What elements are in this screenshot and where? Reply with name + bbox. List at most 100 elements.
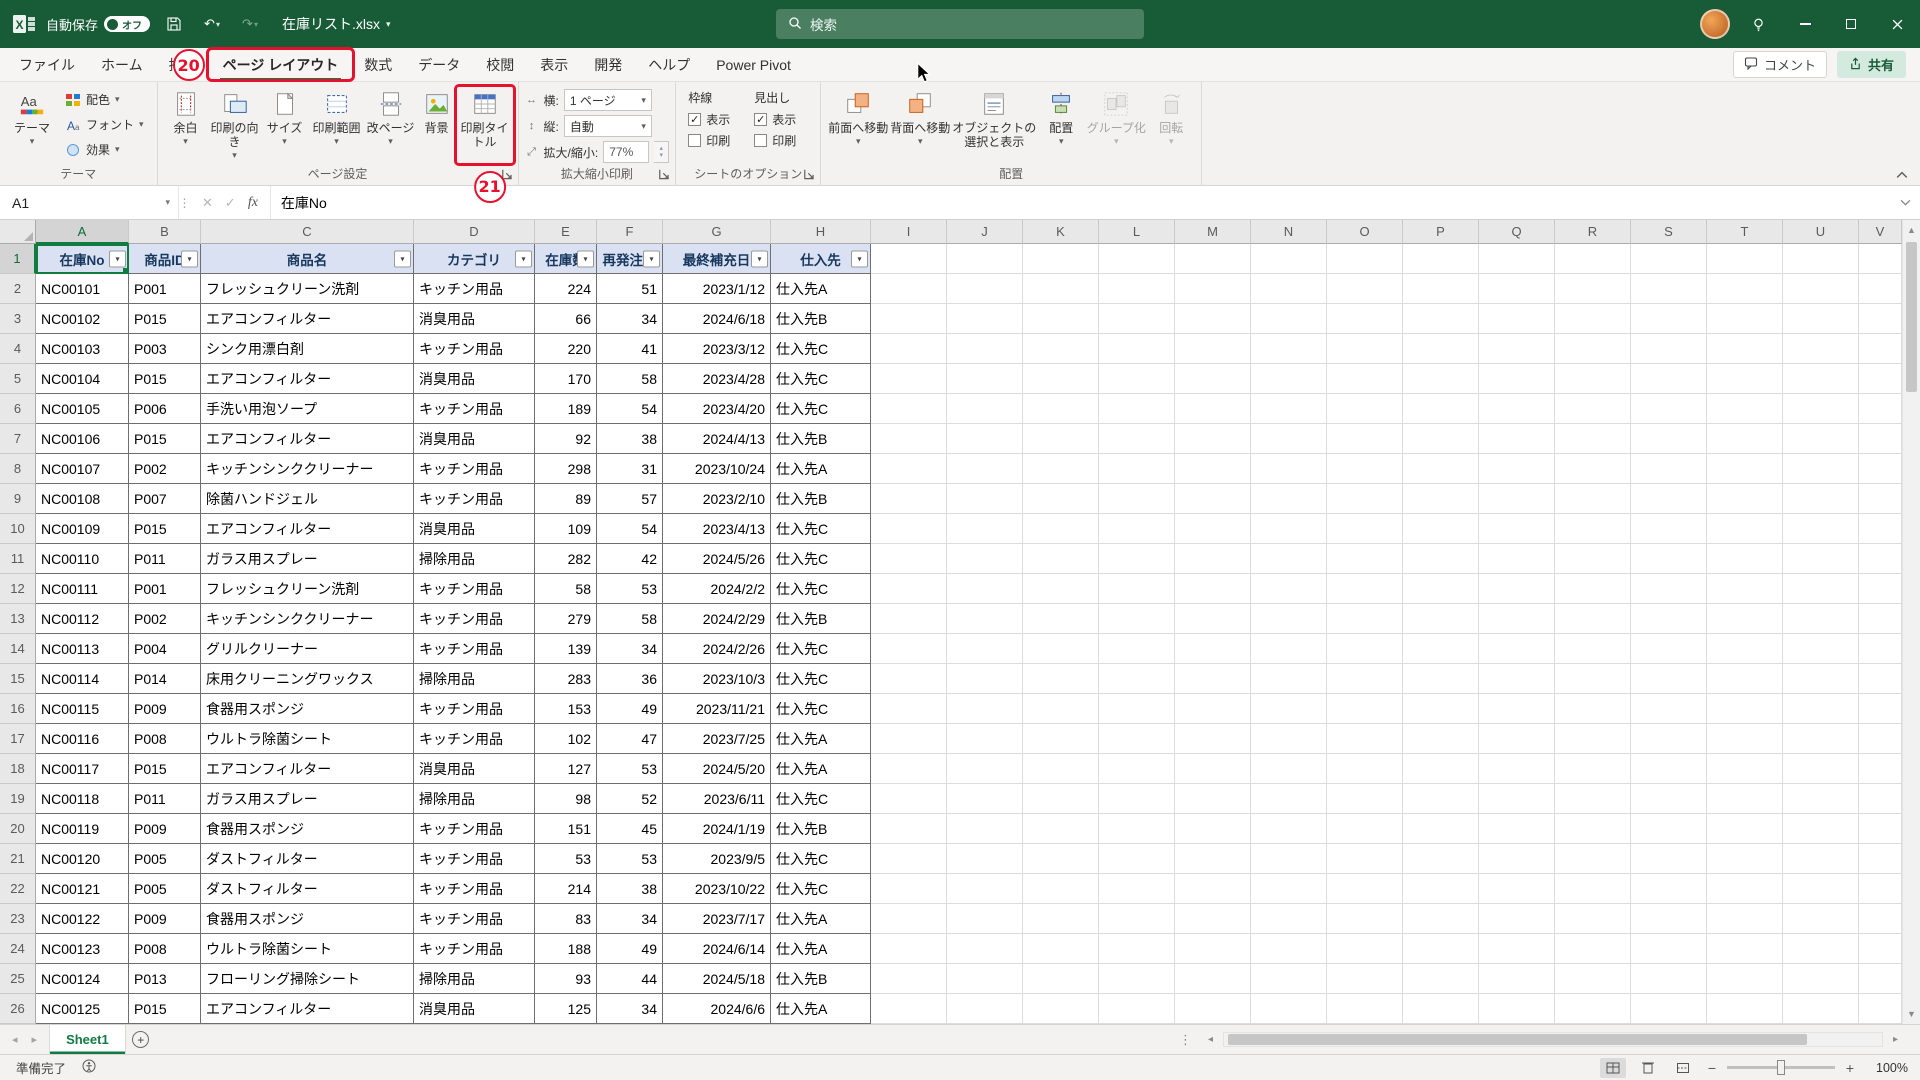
cell-J1[interactable] xyxy=(947,244,1023,274)
cell-Q24[interactable] xyxy=(1479,934,1555,964)
cell-V19[interactable] xyxy=(1859,784,1902,814)
cell-P24[interactable] xyxy=(1403,934,1479,964)
cell-E15[interactable]: 283 xyxy=(535,664,597,694)
cell-D18[interactable]: 消臭用品 xyxy=(414,754,535,784)
accessibility-icon[interactable] xyxy=(82,1059,96,1076)
cell-S16[interactable] xyxy=(1631,694,1707,724)
cell-G4[interactable]: 2023/3/12 xyxy=(663,334,771,364)
cell-T8[interactable] xyxy=(1707,454,1783,484)
cell-M16[interactable] xyxy=(1175,694,1251,724)
cell-H15[interactable]: 仕入先C xyxy=(771,664,871,694)
cell-H20[interactable]: 仕入先B xyxy=(771,814,871,844)
cell-R17[interactable] xyxy=(1555,724,1631,754)
cell-I4[interactable] xyxy=(871,334,947,364)
row-header-17[interactable]: 17 xyxy=(0,724,36,754)
cell-H5[interactable]: 仕入先C xyxy=(771,364,871,394)
cell-R4[interactable] xyxy=(1555,334,1631,364)
cell-S1[interactable] xyxy=(1631,244,1707,274)
cell-O10[interactable] xyxy=(1327,514,1403,544)
cell-N20[interactable] xyxy=(1251,814,1327,844)
cell-T13[interactable] xyxy=(1707,604,1783,634)
normal-view-button[interactable] xyxy=(1600,1057,1626,1078)
cell-Q19[interactable] xyxy=(1479,784,1555,814)
cell-K17[interactable] xyxy=(1023,724,1099,754)
cell-F18[interactable]: 53 xyxy=(597,754,663,784)
cell-J23[interactable] xyxy=(947,904,1023,934)
header-cell-F1[interactable]: 再発注点 ▾ xyxy=(597,244,663,274)
cell-J4[interactable] xyxy=(947,334,1023,364)
cell-L7[interactable] xyxy=(1099,424,1175,454)
cell-L25[interactable] xyxy=(1099,964,1175,994)
header-cell-E1[interactable]: 在庫数 ▾ xyxy=(535,244,597,274)
cell-P26[interactable] xyxy=(1403,994,1479,1024)
cell-P15[interactable] xyxy=(1403,664,1479,694)
cell-E18[interactable]: 127 xyxy=(535,754,597,784)
cell-F9[interactable]: 57 xyxy=(597,484,663,514)
cell-Q11[interactable] xyxy=(1479,544,1555,574)
cell-C2[interactable]: フレッシュクリーン洗剤 xyxy=(201,274,414,304)
cell-S21[interactable] xyxy=(1631,844,1707,874)
cell-P3[interactable] xyxy=(1403,304,1479,334)
column-header-J[interactable]: J xyxy=(947,220,1023,244)
cell-B12[interactable]: P001 xyxy=(129,574,201,604)
cell-C5[interactable]: エアコンフィルター xyxy=(201,364,414,394)
cell-U14[interactable] xyxy=(1783,634,1859,664)
cell-O20[interactable] xyxy=(1327,814,1403,844)
cell-L3[interactable] xyxy=(1099,304,1175,334)
cell-F14[interactable]: 34 xyxy=(597,634,663,664)
row-header-21[interactable]: 21 xyxy=(0,844,36,874)
cell-S6[interactable] xyxy=(1631,394,1707,424)
cell-V7[interactable] xyxy=(1859,424,1902,454)
cell-L16[interactable] xyxy=(1099,694,1175,724)
cell-O7[interactable] xyxy=(1327,424,1403,454)
fonts-button[interactable]: Aa フォント ▾ xyxy=(60,113,149,136)
cell-C25[interactable]: フローリング掃除シート xyxy=(201,964,414,994)
name-box[interactable]: A1 ▾ xyxy=(0,186,178,219)
cell-B22[interactable]: P005 xyxy=(129,874,201,904)
arrange-button-3[interactable]: オブジェクトの選択と表示 xyxy=(951,86,1037,164)
cell-N4[interactable] xyxy=(1251,334,1327,364)
cell-O14[interactable] xyxy=(1327,634,1403,664)
cell-L1[interactable] xyxy=(1099,244,1175,274)
cell-O22[interactable] xyxy=(1327,874,1403,904)
cell-O21[interactable] xyxy=(1327,844,1403,874)
cell-M19[interactable] xyxy=(1175,784,1251,814)
cell-M8[interactable] xyxy=(1175,454,1251,484)
cell-N25[interactable] xyxy=(1251,964,1327,994)
cell-I13[interactable] xyxy=(871,604,947,634)
cell-A18[interactable]: NC00117 xyxy=(36,754,129,784)
cell-S3[interactable] xyxy=(1631,304,1707,334)
row-header-9[interactable]: 9 xyxy=(0,484,36,514)
cell-D21[interactable]: キッチン用品 xyxy=(414,844,535,874)
ribbon-tab-7[interactable]: 校閲 xyxy=(473,48,527,81)
column-header-Q[interactable]: Q xyxy=(1479,220,1555,244)
cell-R24[interactable] xyxy=(1555,934,1631,964)
row-header-3[interactable]: 3 xyxy=(0,304,36,334)
cell-H14[interactable]: 仕入先C xyxy=(771,634,871,664)
cell-M20[interactable] xyxy=(1175,814,1251,844)
cell-O2[interactable] xyxy=(1327,274,1403,304)
cell-A23[interactable]: NC00122 xyxy=(36,904,129,934)
cell-O17[interactable] xyxy=(1327,724,1403,754)
cell-M3[interactable] xyxy=(1175,304,1251,334)
cell-E6[interactable]: 189 xyxy=(535,394,597,424)
cell-I8[interactable] xyxy=(871,454,947,484)
cell-L17[interactable] xyxy=(1099,724,1175,754)
cell-D26[interactable]: 消臭用品 xyxy=(414,994,535,1024)
row-header-1[interactable]: 1 xyxy=(0,244,36,274)
cell-L11[interactable] xyxy=(1099,544,1175,574)
cell-U26[interactable] xyxy=(1783,994,1859,1024)
cell-R22[interactable] xyxy=(1555,874,1631,904)
cell-N6[interactable] xyxy=(1251,394,1327,424)
cell-C4[interactable]: シンク用漂白剤 xyxy=(201,334,414,364)
row-header-20[interactable]: 20 xyxy=(0,814,36,844)
cell-S13[interactable] xyxy=(1631,604,1707,634)
cell-T7[interactable] xyxy=(1707,424,1783,454)
cell-G17[interactable]: 2023/7/25 xyxy=(663,724,771,754)
cell-T20[interactable] xyxy=(1707,814,1783,844)
cell-M13[interactable] xyxy=(1175,604,1251,634)
cell-A7[interactable]: NC00106 xyxy=(36,424,129,454)
header-cell-D1[interactable]: カテゴリ ▾ xyxy=(414,244,535,274)
cell-T3[interactable] xyxy=(1707,304,1783,334)
cell-A26[interactable]: NC00125 xyxy=(36,994,129,1024)
